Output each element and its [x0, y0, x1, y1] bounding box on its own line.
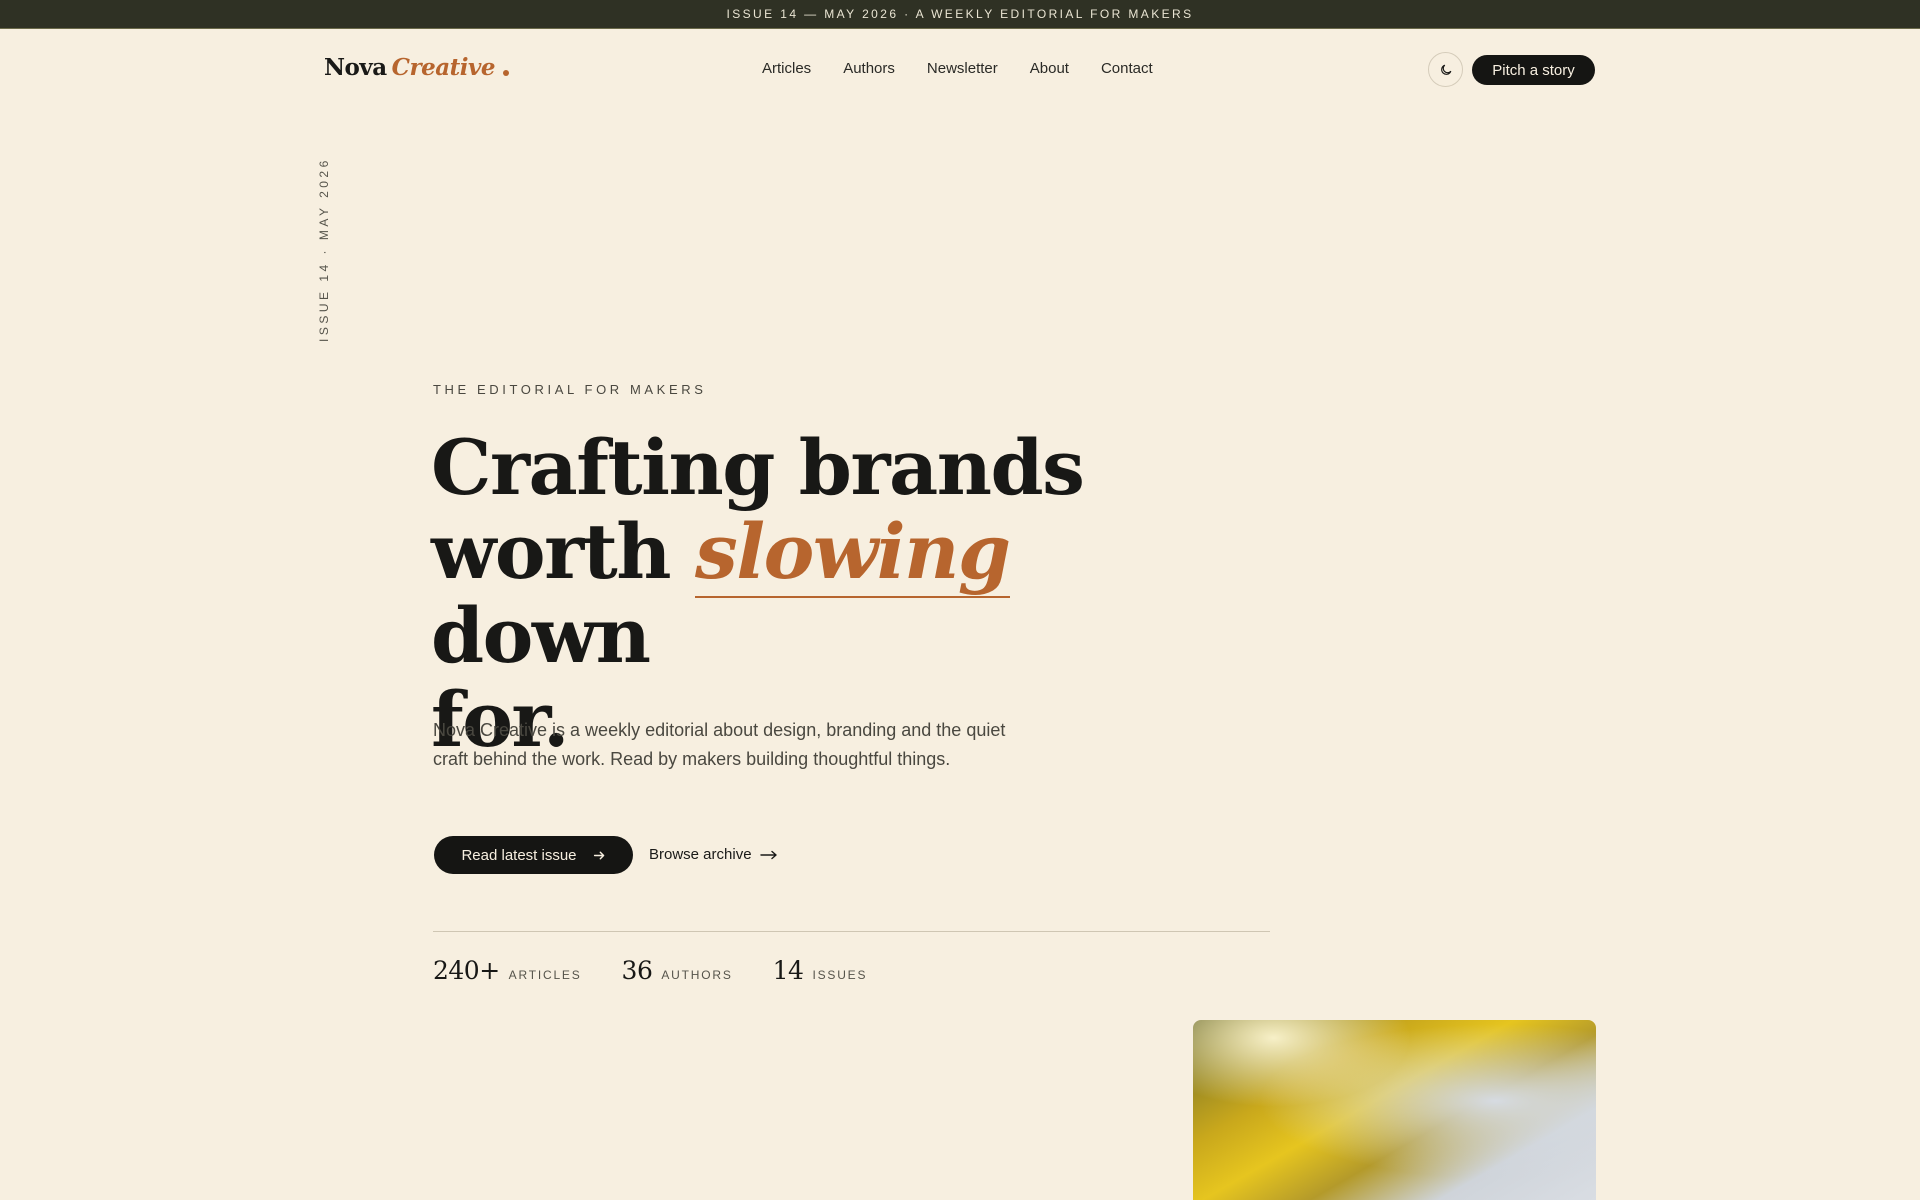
brand-name-part1: Nova	[324, 54, 387, 81]
headline-accent-word: slowing	[695, 507, 1011, 598]
main-nav: Articles Authors Newsletter About Contac…	[762, 60, 1185, 77]
brand-logo[interactable]: Nova Creative	[324, 54, 509, 81]
brand-dot	[502, 69, 509, 76]
stat-issues: 14 ISSUES	[773, 956, 868, 985]
hero-headline: Crafting brands worth slowing down for.	[431, 426, 1231, 762]
moon-icon	[1440, 64, 1451, 75]
nav-link-contact[interactable]: Contact	[1101, 60, 1153, 77]
brand-name-part2: Creative	[391, 54, 496, 81]
theme-toggle-button[interactable]	[1428, 52, 1463, 87]
stat-articles: 240+ ARTICLES	[433, 956, 582, 985]
issue-side-label: ISSUE 14 · MAY 2026	[317, 157, 331, 342]
stat-authors: 36 AUTHORS	[622, 956, 733, 985]
announcement-text: ISSUE 14 — MAY 2026 · A WEEKLY EDITORIAL…	[726, 7, 1194, 21]
read-latest-issue-button[interactable]: Read latest issue	[434, 836, 633, 874]
headline-word-worth: worth	[431, 507, 672, 596]
browse-archive-label: Browse archive	[649, 846, 752, 863]
arrow-right-icon	[593, 851, 604, 859]
read-latest-issue-label: Read latest issue	[461, 846, 577, 864]
stat-label: ISSUES	[812, 968, 868, 982]
nav-link-authors[interactable]: Authors	[843, 60, 895, 77]
nav-link-newsletter[interactable]: Newsletter	[927, 60, 998, 77]
announcement-bar: ISSUE 14 — MAY 2026 · A WEEKLY EDITORIAL…	[0, 0, 1920, 29]
hero-lede: Nova Creative is a weekly editorial abou…	[433, 720, 1006, 769]
nav-link-about[interactable]: About	[1030, 60, 1069, 77]
headline-word-down: down	[431, 591, 651, 680]
stat-value: 14	[772, 956, 804, 985]
hero-photo	[1193, 1020, 1596, 1200]
pitch-story-button[interactable]: Pitch a story	[1472, 55, 1595, 85]
stat-value: 240+	[433, 956, 500, 985]
long-arrow-right-icon	[759, 850, 777, 859]
stat-label: AUTHORS	[661, 968, 733, 982]
hero-eyebrow: THE EDITORIAL FOR MAKERS	[433, 382, 707, 397]
browse-archive-link[interactable]: Browse archive	[649, 846, 778, 863]
stat-label: ARTICLES	[508, 968, 582, 982]
headline-line-1: Crafting brands	[431, 423, 1085, 512]
stat-value: 36	[621, 956, 653, 985]
nav-link-articles[interactable]: Articles	[762, 60, 811, 77]
stats-divider	[433, 931, 1270, 932]
stats-row: 240+ ARTICLES 36 AUTHORS 14 ISSUES	[433, 956, 907, 985]
